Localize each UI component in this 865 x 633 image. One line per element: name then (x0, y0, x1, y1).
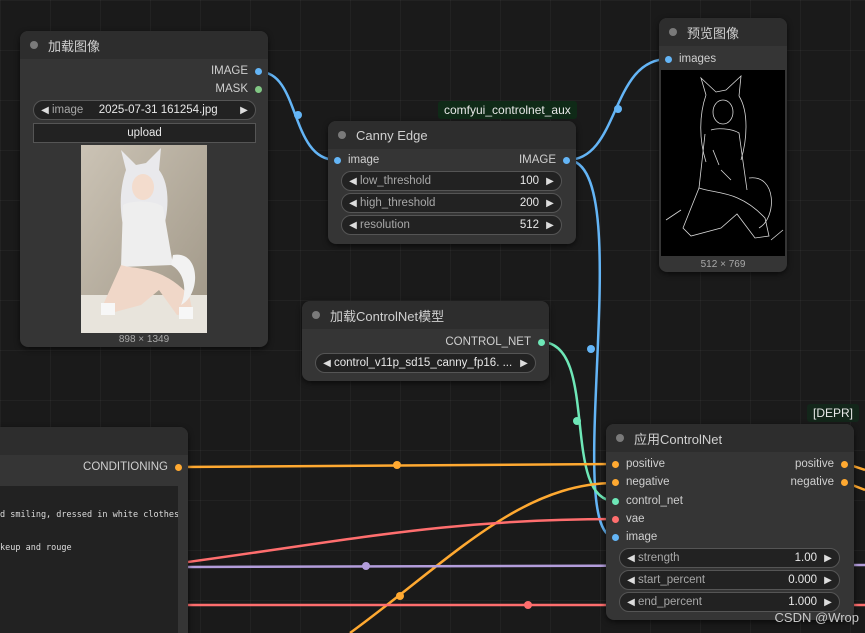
low-threshold-widget[interactable]: ◀ low_threshold 100 ▶ (341, 171, 562, 191)
input-control-net[interactable]: control_net (610, 495, 683, 507)
collapse-dot-icon[interactable] (30, 41, 38, 49)
input-images[interactable]: images (663, 53, 716, 65)
output-dot-icon[interactable] (538, 339, 545, 346)
output-dot-icon[interactable] (255, 86, 262, 93)
node-header[interactable]: 加载ControlNet模型 (302, 301, 549, 329)
arrow-right-icon[interactable]: ▶ (517, 358, 531, 369)
text-encode-node[interactable]: CONDITIONING d smiling, dressed in white… (0, 427, 188, 633)
end-percent-widget[interactable]: ◀ end_percent 1.000 ▶ (619, 592, 840, 612)
arrow-left-icon[interactable]: ◀ (346, 176, 360, 187)
arrow-right-icon[interactable]: ▶ (543, 176, 557, 187)
deprecated-badge: [DEPR] (807, 404, 860, 422)
node-header[interactable]: 应用ControlNet (606, 424, 854, 452)
arrow-left-icon[interactable]: ◀ (346, 220, 360, 231)
watermark: CSDN @Wrop (774, 610, 859, 625)
image-preview (81, 145, 207, 333)
node-source-badge: comfyui_controlnet_aux (438, 101, 577, 119)
collapse-dot-icon[interactable] (669, 28, 677, 36)
output-mask[interactable]: MASK (215, 83, 264, 95)
node-header[interactable]: 加载图像 (20, 31, 268, 59)
input-image[interactable]: image (332, 154, 379, 166)
load-image-node[interactable]: 加载图像 IMAGE MASK ◀ image 2025-07-31 16125… (20, 31, 268, 347)
input-vae[interactable]: vae (610, 513, 645, 525)
arrow-left-icon[interactable]: ◀ (346, 198, 360, 209)
arrow-left-icon[interactable]: ◀ (624, 575, 638, 586)
arrow-left-icon[interactable]: ◀ (624, 597, 638, 608)
input-dot-icon[interactable] (612, 461, 619, 468)
node-title: 应用ControlNet (634, 431, 723, 447)
output-control-net[interactable]: CONTROL_NET (445, 336, 547, 348)
node-title: 加载ControlNet模型 (330, 308, 445, 324)
collapse-dot-icon[interactable] (338, 131, 346, 139)
preview-image-node[interactable]: 预览图像 images 512 × 769 (659, 18, 787, 272)
output-image[interactable]: IMAGE (211, 65, 264, 77)
controlnet-model-widget[interactable]: ◀ control_v11p_sd15_canny_fp16. ... ▶ (315, 353, 536, 373)
arrow-right-icon[interactable]: ▶ (821, 553, 835, 564)
arrow-right-icon[interactable]: ▶ (543, 220, 557, 231)
resolution-widget[interactable]: ◀ resolution 512 ▶ (341, 215, 562, 235)
node-header[interactable]: 预览图像 (659, 18, 787, 46)
arrow-left-icon[interactable]: ◀ (38, 105, 52, 116)
input-dot-icon[interactable] (612, 534, 619, 541)
input-positive[interactable]: positive (610, 458, 665, 470)
output-conditioning[interactable]: CONDITIONING (83, 461, 184, 473)
output-dot-icon[interactable] (841, 461, 848, 468)
output-negative[interactable]: negative (791, 476, 850, 488)
output-dot-icon[interactable] (255, 68, 262, 75)
strength-widget[interactable]: ◀ strength 1.00 ▶ (619, 548, 840, 568)
high-threshold-widget[interactable]: ◀ high_threshold 200 ▶ (341, 193, 562, 213)
prompt-textarea[interactable]: d smiling, dressed in white clothes, keu… (0, 486, 178, 633)
input-dot-icon[interactable] (612, 498, 619, 505)
upload-button[interactable]: upload (33, 123, 256, 143)
input-dot-icon[interactable] (612, 479, 619, 486)
arrow-right-icon[interactable]: ▶ (237, 105, 251, 116)
output-positive[interactable]: positive (795, 458, 850, 470)
output-dot-icon[interactable] (175, 464, 182, 471)
apply-controlnet-node[interactable]: 应用ControlNet positive negative control_n… (606, 424, 854, 620)
arrow-left-icon[interactable]: ◀ (624, 553, 638, 564)
canny-edge-node[interactable]: Canny Edge image IMAGE ◀ low_threshold 1… (328, 121, 576, 244)
wire-negative (349, 481, 616, 633)
image-dimensions: 512 × 769 (700, 259, 746, 270)
input-dot-icon[interactable] (612, 516, 619, 523)
arrow-left-icon[interactable]: ◀ (320, 358, 334, 369)
image-select-widget[interactable]: ◀ image 2025-07-31 161254.jpg ▶ (33, 100, 256, 120)
node-title: 加载图像 (48, 38, 101, 54)
input-dot-icon[interactable] (334, 157, 341, 164)
arrow-right-icon[interactable]: ▶ (821, 575, 835, 586)
node-title: 预览图像 (687, 25, 740, 41)
wire-vae (187, 517, 616, 564)
image-dimensions: 898 × 1349 (118, 334, 170, 345)
start-percent-widget[interactable]: ◀ start_percent 0.000 ▶ (619, 570, 840, 590)
collapse-dot-icon[interactable] (312, 311, 320, 319)
node-header[interactable]: Canny Edge (328, 121, 576, 149)
node-title: Canny Edge (356, 127, 428, 143)
node-header[interactable] (0, 427, 188, 455)
arrow-right-icon[interactable]: ▶ (543, 198, 557, 209)
collapse-dot-icon[interactable] (616, 434, 624, 442)
input-dot-icon[interactable] (665, 56, 672, 63)
arrow-right-icon[interactable]: ▶ (821, 597, 835, 608)
output-dot-icon[interactable] (841, 479, 848, 486)
input-image[interactable]: image (610, 531, 657, 543)
input-negative[interactable]: negative (610, 476, 669, 488)
output-image[interactable]: IMAGE (519, 154, 572, 166)
edge-preview-image (661, 70, 785, 256)
load-controlnet-node[interactable]: 加载ControlNet模型 CONTROL_NET ◀ control_v11… (302, 301, 549, 381)
output-dot-icon[interactable] (563, 157, 570, 164)
